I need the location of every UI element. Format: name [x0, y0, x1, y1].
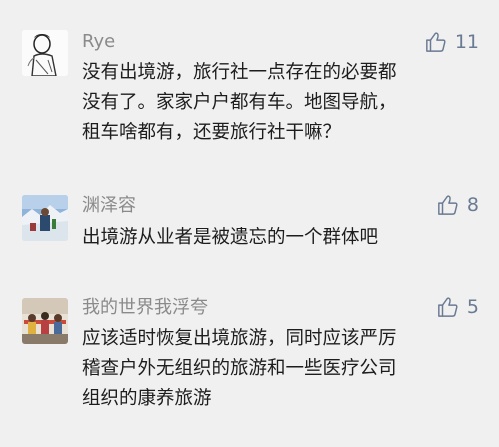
- thumbs-up-icon: [438, 297, 458, 317]
- comment-text: 没有出境游，旅行社一点存在的必要都 没有了。家家户户都有车。地图导航， 租车啥都…: [82, 58, 482, 148]
- comment-username[interactable]: 我的世界我浮夸: [82, 297, 208, 319]
- comment-item: 我的世界我浮夸 5 应该适时恢复出境旅游，同时应该严厉 稽查户外无组织的旅游和一…: [0, 280, 499, 447]
- comment-text-line: 出境游从业者是被遗忘的一个群体吧: [82, 227, 379, 248]
- like-button[interactable]: 8: [437, 193, 479, 217]
- comment-text-line: 没有出境游，旅行社一点存在的必要都: [82, 62, 397, 83]
- comment-text-line: 稽查户外无组织的旅游和一些医疗公司: [82, 358, 397, 379]
- comment-text: 出境游从业者是被遗忘的一个群体吧: [82, 223, 482, 253]
- thumbs-up-icon: [438, 195, 458, 215]
- comment-text-line: 租车啥都有，还要旅行社干嘛？: [82, 122, 342, 143]
- comment-item: 渊泽容 8 出境游从业者是被遗忘的一个群体吧: [0, 180, 499, 280]
- avatar[interactable]: [22, 30, 68, 76]
- like-count: 5: [466, 296, 479, 318]
- avatar-people-photo-image: [22, 298, 68, 344]
- avatar[interactable]: [22, 298, 68, 344]
- comment-username[interactable]: Rye: [82, 31, 115, 53]
- avatar-sketch-image: [22, 30, 68, 76]
- comment-text-line: 应该适时恢复出境旅游，同时应该严厉: [82, 328, 397, 349]
- thumbs-up-icon: [425, 32, 446, 52]
- comment-text-line: 没有了。家家户户都有车。地图导航，: [82, 92, 397, 113]
- avatar-snow-photo-image: [22, 195, 68, 241]
- like-button[interactable]: 5: [437, 295, 479, 319]
- comment-text-line: 组织的康养旅游: [82, 388, 212, 409]
- comment-item: Rye 11 没有出境游，旅行社一点存在的必要都 没有了。家家户户都有车。地图导…: [0, 0, 499, 180]
- like-button[interactable]: 11: [425, 30, 479, 54]
- like-count: 8: [466, 194, 479, 216]
- avatar[interactable]: [22, 195, 68, 241]
- comment-username[interactable]: 渊泽容: [82, 195, 136, 217]
- like-count: 11: [454, 31, 479, 53]
- comment-text: 应该适时恢复出境旅游，同时应该严厉 稽查户外无组织的旅游和一些医疗公司 组织的康…: [82, 324, 482, 414]
